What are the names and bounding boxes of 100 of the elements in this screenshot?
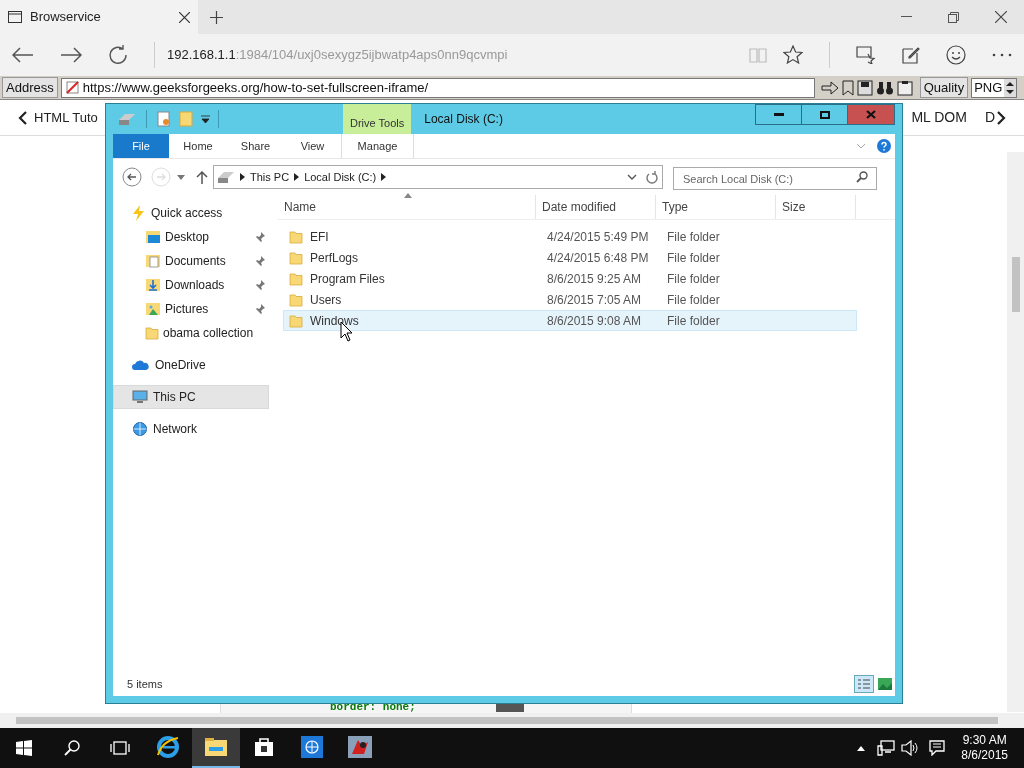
back-icon[interactable] [122, 167, 142, 187]
close-button[interactable] [848, 105, 894, 124]
chevron-right-icon[interactable] [240, 173, 245, 181]
window-title: Local Disk (C:) [424, 111, 503, 128]
dropdown-icon[interactable] [201, 114, 210, 124]
breadcrumb-item[interactable]: Local Disk (C:) [304, 168, 377, 186]
chevron-left-icon[interactable] [18, 110, 27, 125]
minimize-icon[interactable] [901, 16, 912, 18]
chevron-up-icon[interactable] [857, 745, 866, 751]
scrollbar-thumb[interactable] [1011, 257, 1020, 312]
maximize-icon [819, 110, 830, 119]
url-field[interactable]: https://www.geeksforgeeks.org/how-to-set-fullscreen-iframe/ [60, 77, 815, 98]
forward-icon[interactable] [60, 47, 82, 63]
chevron-right-icon[interactable] [294, 173, 300, 181]
binoculars-icon[interactable] [875, 79, 894, 96]
pin-icon[interactable] [255, 232, 265, 242]
nav-link[interactable]: ML DOM [911, 107, 967, 128]
file-name: Users [310, 291, 342, 309]
ribbon-tab[interactable]: View [284, 134, 341, 158]
lightning-icon [132, 205, 146, 221]
file-row[interactable]: EFI 4/24/2015 5:49 PM File folder [283, 226, 857, 247]
insecure-icon [65, 81, 79, 94]
nav-item[interactable]: Pictures [165, 300, 251, 318]
ribbon-tab[interactable]: Home [169, 134, 227, 158]
browser-e-icon [156, 735, 180, 759]
dropdown-icon[interactable] [177, 174, 185, 180]
type-cell: File folder [667, 313, 720, 328]
breadcrumb-item[interactable]: This PC [250, 168, 290, 186]
file-row[interactable]: Program Files 8/6/2015 9:25 AM File folder [283, 268, 857, 289]
nav-link[interactable]: D [984, 107, 995, 128]
ribbon-tab[interactable]: File [113, 134, 169, 158]
clock-time[interactable]: 9:30 AM [962, 733, 1007, 748]
save-icon[interactable] [856, 79, 873, 96]
refresh-icon[interactable] [646, 170, 658, 184]
date-cell: 8/6/2015 7:05 AM [547, 292, 642, 307]
pin-icon[interactable] [255, 304, 265, 314]
scrollbar-thumb[interactable] [16, 717, 998, 724]
quality-field[interactable]: PNG [971, 77, 1018, 98]
help-icon[interactable] [877, 139, 891, 153]
dropdown-icon[interactable] [627, 174, 637, 180]
folder-icon [145, 326, 159, 340]
nav-link[interactable]: HTML Tuto [34, 107, 98, 128]
pictures-icon [145, 301, 161, 317]
clipboard-icon[interactable] [896, 79, 913, 96]
nav-item[interactable]: This PC [113, 385, 269, 409]
back-icon[interactable] [12, 47, 34, 63]
volume-icon[interactable] [901, 740, 920, 756]
pin-icon[interactable] [255, 280, 265, 290]
chevron-right-icon[interactable] [381, 173, 387, 181]
game-icon [348, 736, 372, 758]
downloads-icon [145, 277, 161, 293]
taskbar-button[interactable] [192, 728, 240, 768]
go-icon[interactable] [820, 80, 839, 95]
code-text: border: none; [330, 701, 416, 713]
favorites-icon[interactable] [856, 46, 876, 64]
pin-icon[interactable] [255, 256, 265, 266]
clock-date[interactable]: 8/6/2015 [961, 748, 1008, 763]
date-cell: 4/24/2015 5:49 PM [547, 229, 649, 244]
star-icon[interactable] [783, 45, 803, 65]
folder-icon [205, 738, 227, 756]
network-icon[interactable] [877, 740, 896, 756]
file-name: EFI [310, 228, 329, 246]
column-header[interactable]: Date modified [536, 195, 656, 219]
nav-item[interactable]: obama collection [163, 324, 265, 342]
nav-item[interactable]: Documents [165, 252, 251, 270]
file-row[interactable]: Windows 8/6/2015 9:08 AM File folder [283, 310, 857, 331]
ribbon-tab[interactable]: Share [227, 134, 284, 158]
notifications-icon[interactable] [929, 740, 946, 756]
network-icon [132, 421, 148, 437]
scrollbar-thumb[interactable] [496, 704, 524, 712]
note-icon[interactable] [902, 46, 920, 64]
spinner-icon[interactable] [1004, 78, 1017, 97]
nav-item[interactable]: OneDrive [113, 353, 269, 377]
plus-icon[interactable] [210, 10, 223, 24]
column-header[interactable]: Name [278, 195, 536, 219]
close-icon[interactable] [179, 11, 190, 23]
file-row[interactable]: Users 8/6/2015 7:05 AM File folder [283, 289, 857, 310]
nav-item[interactable]: Downloads [165, 276, 251, 294]
more-icon[interactable] [992, 53, 1012, 57]
close-icon[interactable] [995, 11, 1007, 23]
properties-icon[interactable] [157, 111, 171, 127]
file-row[interactable]: PerfLogs 4/24/2015 6:48 PM File folder [283, 247, 857, 268]
nav-item[interactable]: Network [113, 417, 269, 441]
smiley-icon[interactable] [946, 45, 966, 65]
refresh-icon[interactable] [108, 45, 128, 65]
quality-label: Quality [919, 76, 969, 99]
desktop-icon [145, 229, 161, 245]
nav-item[interactable]: Quick access [113, 201, 269, 225]
ribbon-tab[interactable]: Manage [341, 134, 414, 158]
bookmark-icon[interactable] [841, 79, 854, 96]
thumbnails-view-icon[interactable] [878, 678, 892, 690]
restore-icon[interactable] [948, 11, 959, 23]
column-header[interactable]: Size [776, 195, 856, 219]
up-icon[interactable] [196, 170, 208, 184]
folder-icon [289, 313, 303, 328]
column-header[interactable]: Type [656, 195, 776, 219]
address-bar[interactable]: This PC Local Disk (C:) [213, 165, 663, 189]
nav-item[interactable]: Desktop [165, 228, 251, 246]
search-field[interactable]: Search Local Disk (C:) [673, 167, 877, 190]
chevron-right-icon[interactable] [997, 110, 1006, 125]
